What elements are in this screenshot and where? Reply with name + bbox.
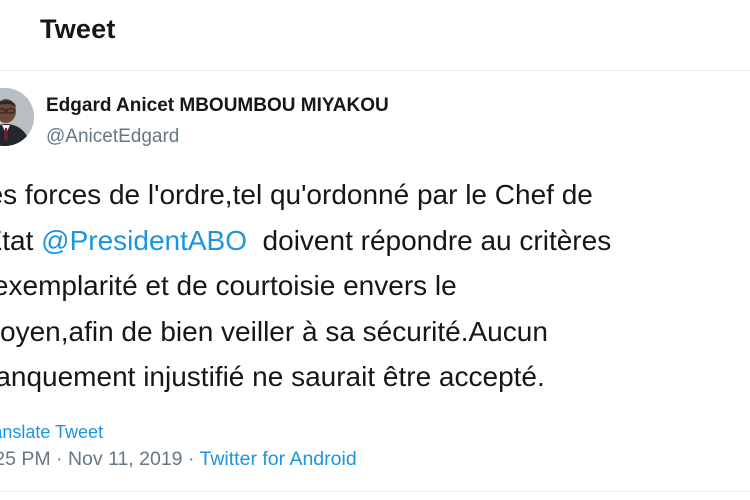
translate-tweet-link[interactable]: Translate Tweet [0,422,103,443]
tweet-card: Edgard Anicet MBOUMBOU MIYAKOU @AnicetEd… [0,71,750,500]
avatar-photo-icon [0,88,34,146]
tweet-time[interactable]: 3:25 PM [0,448,51,470]
tweet-meta: 3:25 PM · Nov 11, 2019 · Twitter for And… [0,448,357,471]
meta-separator: · [50,448,68,470]
meta-separator: · [182,448,200,470]
tweet-text-line: l'État @PresidentABO doivent répondre au… [0,224,612,256]
mention-link[interactable]: @PresidentABO [41,225,247,256]
page-title: Tweet [40,14,116,44]
tweet-date[interactable]: Nov 11, 2019 [68,448,183,470]
tweet-text-line: manquement injustifié ne saurait être ac… [0,361,545,392]
tweet-text-line: Les forces de l'ordre,tel qu'ordonné par… [0,179,593,210]
avatar[interactable] [0,88,34,146]
tweet-text-line: d'exemplarité et de courtoisie envers le [0,270,457,301]
author-handle[interactable]: @AnicetEdgard [46,126,179,148]
author-name[interactable]: Edgard Anicet MBOUMBOU MIYAKOU [46,95,389,117]
tweet-source-link[interactable]: Twitter for Android [200,448,357,470]
divider [0,491,750,492]
page-header: Tweet [0,0,750,71]
tweet-text: Les forces de l'ordre,tel qu'ordonné par… [0,172,750,400]
tweet-text-line: citoyen,afin de bien veiller à sa sécuri… [0,315,548,347]
